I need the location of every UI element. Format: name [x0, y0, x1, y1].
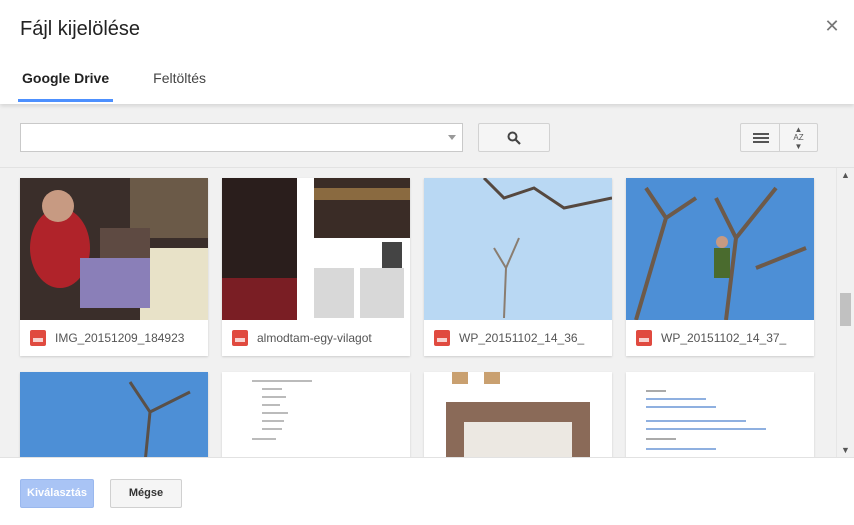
- file-thumbnail[interactable]: [222, 372, 410, 457]
- pdf-file-icon: [232, 330, 248, 346]
- file-thumbnail[interactable]: [626, 372, 814, 457]
- file-card[interactable]: WP_20151102_14_37_: [626, 178, 814, 356]
- file-card[interactable]: almodtam-egy-vilagot: [222, 178, 410, 356]
- tab-bar: Google Drive Feltöltés: [18, 62, 246, 104]
- file-thumbnail[interactable]: [626, 178, 814, 320]
- scrollbar-thumb[interactable]: [840, 293, 851, 326]
- search-icon: [507, 131, 521, 145]
- file-caption: WP_20151102_14_36_: [424, 320, 612, 356]
- scrollbar[interactable]: ▲ ▼: [836, 168, 854, 457]
- scroll-down-icon[interactable]: ▼: [841, 445, 850, 455]
- tab-google-drive[interactable]: Google Drive: [18, 62, 114, 102]
- list-view-button[interactable]: [740, 123, 780, 152]
- sort-down-icon: ▼: [794, 142, 803, 151]
- file-thumbnail[interactable]: [20, 178, 208, 320]
- sort-label: AZ: [793, 133, 804, 142]
- search-input[interactable]: [21, 124, 431, 151]
- search-button[interactable]: [478, 123, 550, 152]
- file-thumbnail[interactable]: [20, 372, 208, 457]
- file-card[interactable]: [20, 372, 208, 457]
- file-thumbnail[interactable]: [222, 178, 410, 320]
- file-card[interactable]: [626, 372, 814, 457]
- dialog-footer: Kiválasztás Mégse: [0, 457, 854, 525]
- select-button[interactable]: Kiválasztás: [20, 479, 94, 508]
- dropdown-arrow-icon[interactable]: [448, 135, 456, 140]
- image-file-icon: [434, 330, 450, 346]
- dialog-title: Fájl kijelölése: [20, 18, 141, 40]
- file-card[interactable]: [424, 372, 612, 457]
- search-box[interactable]: [20, 123, 463, 152]
- file-thumbnail[interactable]: [424, 178, 612, 320]
- file-caption: almodtam-egy-vilagot: [222, 320, 410, 356]
- file-caption: IMG_20151209_184923: [20, 320, 208, 356]
- file-card[interactable]: [222, 372, 410, 457]
- image-file-icon: [30, 330, 46, 346]
- list-view-icon-line: [753, 137, 769, 139]
- dialog-header: Fájl kijelölése ✕ Google Drive Feltöltés: [0, 0, 854, 104]
- file-card[interactable]: WP_20151102_14_36_: [424, 178, 612, 356]
- file-card[interactable]: IMG_20151209_184923: [20, 178, 208, 356]
- sort-button[interactable]: ▲ AZ ▼: [779, 123, 818, 152]
- file-thumbnail[interactable]: [424, 372, 612, 457]
- file-name: almodtam-egy-vilagot: [257, 331, 372, 345]
- toolbar: ▲ AZ ▼: [0, 104, 854, 168]
- list-view-icon-line: [753, 141, 769, 143]
- cancel-button[interactable]: Mégse: [110, 479, 182, 508]
- image-file-icon: [636, 330, 652, 346]
- file-name: IMG_20151209_184923: [55, 331, 185, 345]
- file-name: WP_20151102_14_37_: [661, 331, 787, 345]
- file-name: WP_20151102_14_36_: [459, 331, 585, 345]
- close-icon[interactable]: ✕: [824, 17, 840, 35]
- file-caption: WP_20151102_14_37_: [626, 320, 814, 356]
- tab-upload[interactable]: Feltöltés: [149, 62, 210, 102]
- file-grid: IMG_20151209_184923 almodtam-egy-vilagot…: [0, 168, 836, 457]
- list-view-icon: [753, 133, 769, 135]
- file-picker-dialog: Fájl kijelölése ✕ Google Drive Feltöltés…: [0, 0, 854, 525]
- scroll-up-icon[interactable]: ▲: [841, 170, 850, 180]
